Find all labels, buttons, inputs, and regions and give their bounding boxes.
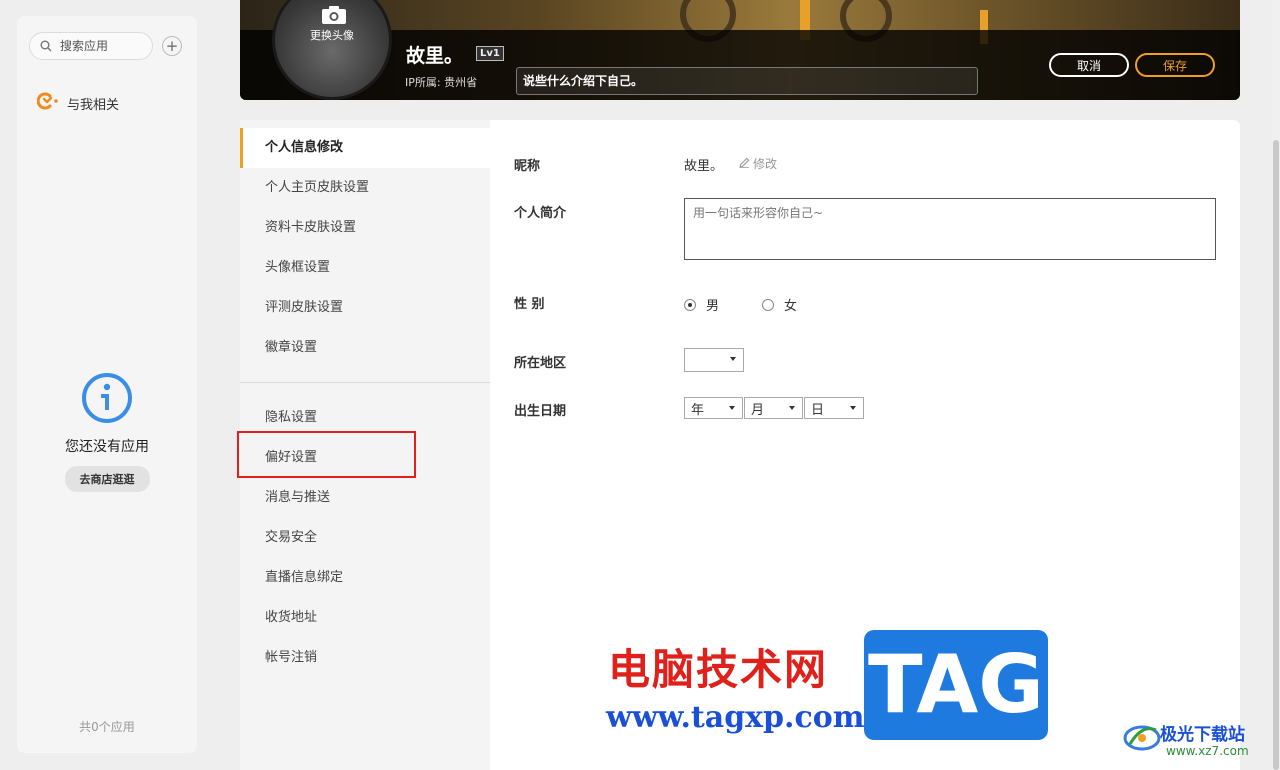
dropdown-arrow-icon: [789, 406, 795, 410]
nav-item-account-cancel[interactable]: 帐号注销: [240, 638, 490, 678]
profile-nickname: 故里。: [406, 45, 464, 67]
nav-item-badges[interactable]: 徽章设置: [240, 328, 490, 368]
save-button[interactable]: 保存: [1135, 53, 1215, 77]
nav-item-trade-security[interactable]: 交易安全: [240, 518, 490, 558]
aurora-logo-icon: [1122, 725, 1162, 758]
gender-female-radio[interactable]: 女: [762, 295, 797, 314]
nav-item-messages[interactable]: 消息与推送: [240, 478, 490, 518]
gender-male-radio[interactable]: 男: [684, 295, 719, 314]
nav-item-address[interactable]: 收货地址: [240, 598, 490, 638]
info-icon: [81, 373, 133, 428]
dropdown-arrow-icon: [729, 406, 735, 410]
watermark-site-url: www.xz7.com: [1166, 744, 1249, 758]
empty-apps-state: 您还没有应用 去商店逛逛: [17, 372, 197, 492]
edit-label: 修改: [753, 157, 778, 171]
nav-item-live-binding[interactable]: 直播信息绑定: [240, 558, 490, 598]
watermark-site: 极光下载站 www.xz7.com: [1122, 718, 1249, 758]
nickname-value: 故里。: [684, 159, 724, 174]
pencil-icon: [739, 157, 750, 171]
empty-apps-title: 您还没有应用: [65, 439, 149, 455]
banner-intro-input[interactable]: [516, 67, 978, 95]
intro-textarea[interactable]: [684, 198, 1216, 260]
nav-item-review-skin[interactable]: 评测皮肤设置: [240, 288, 490, 328]
birth-label: 出生日期: [514, 404, 567, 419]
region-select[interactable]: [684, 348, 744, 372]
birth-month-value: 月: [751, 402, 765, 418]
nav-item-avatar-frame[interactable]: 头像框设置: [240, 248, 490, 288]
app-search-box[interactable]: [29, 32, 153, 60]
nav-divider: [240, 382, 490, 383]
gender-female-label: 女: [784, 299, 798, 314]
birth-day-select[interactable]: 日: [804, 397, 864, 419]
nav-item-privacy[interactable]: 隐私设置: [240, 398, 490, 438]
watermark-url: www.tagxp.com: [606, 700, 865, 735]
gender-label: 性 别: [514, 297, 545, 312]
nav-item-preferences[interactable]: 偏好设置: [240, 438, 490, 478]
scrollbar-thumb[interactable]: [1273, 140, 1279, 770]
page-scrollbar[interactable]: [1272, 0, 1280, 770]
apps-panel: + 与我相关 您还没有应用 去商店逛逛 共0个应用: [17, 16, 197, 753]
add-app-button[interactable]: +: [162, 36, 182, 56]
search-icon: [40, 37, 52, 56]
intro-label: 个人简介: [514, 206, 567, 221]
birth-year-value: 年: [691, 402, 705, 418]
nav-item-homepage-skin[interactable]: 个人主页皮肤设置: [240, 168, 490, 208]
birth-day-value: 日: [811, 402, 825, 418]
camera-icon: [321, 5, 347, 29]
gender-male-label: 男: [706, 299, 720, 314]
profile-banner: 更换头像 故里。 Lv1 IP所属: 贵州省 取消 保存: [240, 0, 1240, 100]
nav-item-profile-info[interactable]: 个人信息修改: [240, 128, 490, 168]
dropdown-arrow-icon: [850, 406, 856, 410]
related-icon: [36, 92, 59, 114]
settings-nav: 个人信息修改 个人主页皮肤设置 资料卡皮肤设置 头像框设置 评测皮肤设置 徽章设…: [240, 120, 490, 770]
watermark-site-name: 极光下载站: [1160, 725, 1245, 745]
edit-nickname-link[interactable]: 修改: [739, 155, 777, 172]
related-label: 与我相关: [67, 97, 120, 113]
birth-month-select[interactable]: 月: [744, 397, 803, 419]
cancel-button[interactable]: 取消: [1049, 53, 1129, 77]
watermark-cn-text: 电脑技术网: [608, 645, 829, 694]
related-to-me-item[interactable]: 与我相关: [36, 92, 120, 114]
app-count: 共0个应用: [79, 720, 135, 734]
radio-checked: [684, 298, 696, 311]
nav-item-card-skin[interactable]: 资料卡皮肤设置: [240, 208, 490, 248]
region-label: 所在地区: [514, 356, 567, 371]
app-search-input[interactable]: [58, 38, 152, 54]
ip-location: IP所属: 贵州省: [405, 76, 478, 89]
dropdown-arrow-icon: [730, 357, 736, 361]
radio-unchecked: [762, 298, 774, 311]
birth-year-select[interactable]: 年: [684, 397, 743, 419]
watermark-tag-logo: TAG: [864, 630, 1048, 740]
level-badge: Lv1: [476, 46, 504, 61]
change-avatar-label: 更换头像: [310, 29, 354, 42]
nickname-label: 昵称: [514, 159, 541, 174]
go-shop-button[interactable]: 去商店逛逛: [64, 466, 150, 492]
